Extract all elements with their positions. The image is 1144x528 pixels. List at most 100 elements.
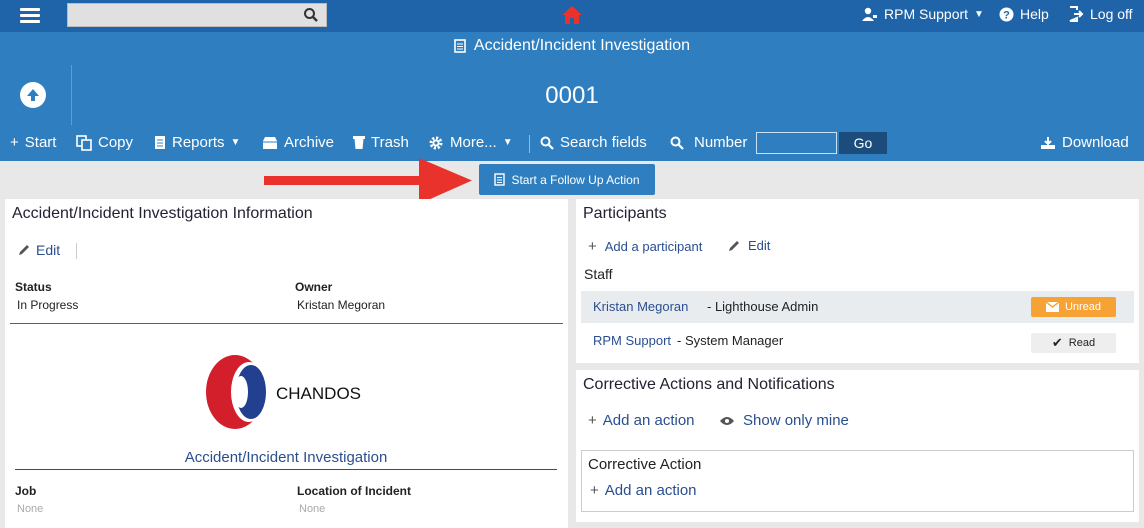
search-icon [670, 136, 684, 150]
owner-value: Kristan Megoran [297, 298, 386, 312]
show-only-mine-button[interactable]: Show only mine [719, 412, 849, 429]
number-input[interactable] [756, 132, 837, 154]
more-menu[interactable]: More... ▼ [428, 134, 513, 151]
status-label: Status [15, 280, 52, 294]
record-header: Accident/Incident Investigation 0001 + S… [0, 32, 1144, 161]
archive-button[interactable]: Archive [262, 134, 334, 151]
search-icon [540, 136, 554, 150]
trash-label: Trash [371, 134, 409, 151]
copy-icon [76, 134, 92, 151]
job-value: None [17, 503, 44, 515]
info-panel: Accident/Incident Investigation Informat… [5, 199, 568, 528]
more-label: More... [450, 134, 497, 151]
document-icon [494, 173, 506, 186]
archive-icon [263, 136, 277, 149]
download-label: Download [1062, 134, 1129, 151]
staff-heading: Staff [584, 266, 613, 282]
plus-icon: + [10, 134, 19, 151]
participants-edit-label: Edit [748, 238, 771, 253]
envelope-icon [1045, 302, 1059, 312]
reports-label: Reports [172, 134, 225, 151]
participants-edit-button[interactable]: Edit [728, 238, 770, 253]
search-input[interactable] [68, 4, 296, 26]
info-edit-button[interactable]: Edit [18, 242, 60, 258]
reports-menu[interactable]: Reports ▼ [154, 134, 240, 151]
job-label: Job [15, 484, 37, 498]
menu-icon[interactable] [10, 6, 50, 26]
start-follow-up-label: Start a Follow Up Action [511, 172, 640, 187]
participant-role: - System Manager [677, 333, 784, 348]
show-only-mine-label: Show only mine [743, 412, 849, 429]
logoff-icon [1069, 6, 1084, 22]
toolbar-divider [529, 135, 530, 153]
logoff-link[interactable]: Log off [1068, 6, 1133, 22]
go-button[interactable]: Go [839, 132, 887, 154]
start-label: Start [24, 134, 57, 151]
home-icon[interactable] [561, 5, 583, 25]
info-panel-title: Accident/Incident Investigation Informat… [12, 205, 313, 222]
company-logo [205, 354, 267, 430]
user-menu-label: RPM Support [884, 6, 969, 22]
chevron-down-icon: ▼ [230, 137, 241, 148]
copy-button[interactable]: Copy [76, 134, 133, 151]
participants-title: Participants [583, 205, 667, 222]
top-navigation-bar: RPM Support ▼ ? Help Log off [0, 0, 1144, 32]
help-icon: ? [999, 7, 1014, 21]
participant-name[interactable]: RPM Support [593, 333, 671, 348]
document-title: Accident/Incident Investigation [0, 37, 1144, 58]
participant-row: RPM Support - System Manager ✔ Read [581, 325, 1134, 357]
trash-button[interactable]: Trash [353, 134, 409, 151]
user-icon [862, 7, 877, 21]
number-search: Number [670, 134, 747, 151]
record-toolbar: + Start Copy Reports ▼ Archive Trash Mor… [0, 131, 1144, 157]
report-icon [155, 136, 165, 149]
add-participant-button[interactable]: + Add a participant [588, 238, 702, 255]
participants-panel: Participants + Add a participant Edit St… [576, 199, 1139, 363]
corrective-actions-panel: Corrective Actions and Notifications + A… [576, 370, 1139, 522]
corrective-add-action-button[interactable]: + Add an action [590, 482, 697, 499]
start-follow-up-button[interactable]: Start a Follow Up Action [479, 164, 655, 195]
eye-icon [720, 416, 734, 425]
document-title-text: Accident/Incident Investigation [473, 37, 691, 54]
location-label: Location of Incident [297, 484, 411, 498]
global-search[interactable] [67, 3, 327, 27]
plus-icon: + [590, 482, 599, 499]
user-menu[interactable]: RPM Support ▼ [862, 6, 984, 22]
trash-icon [353, 136, 365, 149]
help-link[interactable]: ? Help [999, 6, 1049, 22]
unread-badge: Unread [1031, 297, 1116, 317]
download-icon [1041, 136, 1055, 149]
chevron-down-icon: ▼ [502, 137, 513, 148]
status-divider [10, 323, 563, 324]
form-title: Accident/Incident Investigation [184, 449, 388, 466]
plus-icon: + [588, 412, 597, 429]
participant-name[interactable]: Kristan Megoran [593, 299, 688, 314]
archive-label: Archive [284, 134, 335, 151]
search-icon[interactable] [296, 4, 326, 26]
gear-icon [429, 136, 443, 149]
status-value: In Progress [17, 298, 79, 312]
participant-role: - Lighthouse Admin [707, 299, 819, 314]
document-icon [454, 39, 466, 53]
copy-label: Copy [98, 134, 134, 151]
unread-label: Unread [1064, 301, 1102, 313]
add-action-button[interactable]: + Add an action [588, 412, 695, 429]
location-value: None [299, 503, 326, 515]
download-button[interactable]: Download [1040, 134, 1129, 151]
corrective-action-box: Corrective Action + Add an action [581, 450, 1134, 512]
plus-icon: + [588, 238, 597, 255]
info-edit-label: Edit [36, 242, 61, 258]
svg-text:?: ? [1003, 9, 1010, 21]
read-label: Read [1068, 337, 1096, 349]
corrective-action-heading: Corrective Action [588, 456, 702, 473]
checkmark-icon: ✔ [1051, 335, 1063, 350]
pencil-icon [19, 245, 29, 255]
number-label: Number [694, 134, 748, 151]
add-participant-label: Add a participant [604, 239, 703, 254]
chevron-down-icon: ▼ [974, 8, 984, 20]
add-action-label: Add an action [602, 412, 695, 429]
edit-divider [76, 243, 77, 259]
record-number: 0001 [545, 82, 599, 109]
start-button[interactable]: + Start [10, 134, 56, 151]
search-fields-button[interactable]: Search fields [540, 134, 647, 151]
